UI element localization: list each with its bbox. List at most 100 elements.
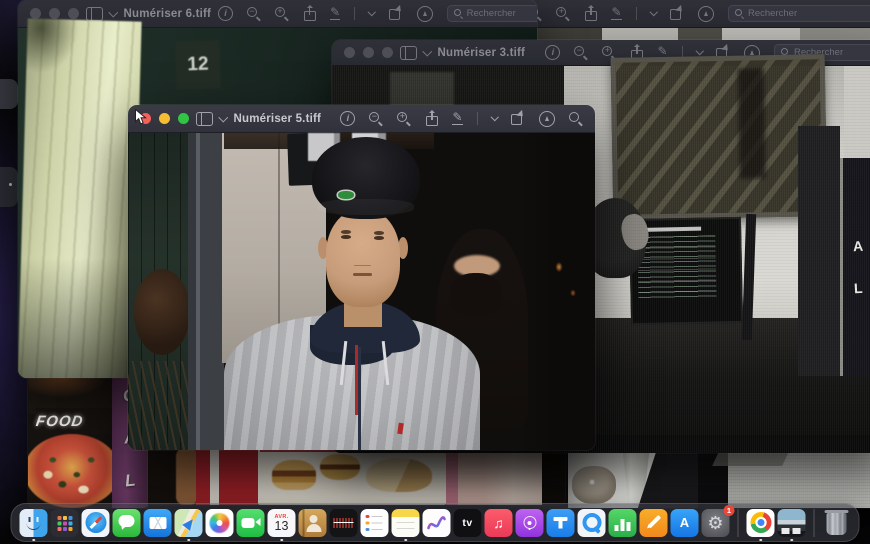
dock-podcasts[interactable] xyxy=(516,509,544,537)
search-icon xyxy=(735,9,744,18)
chevron-down-icon[interactable] xyxy=(368,8,376,16)
dock-pages[interactable] xyxy=(640,509,668,537)
zoom-window-button[interactable] xyxy=(382,47,393,58)
dock-trash[interactable] xyxy=(823,509,851,537)
annotate-button[interactable] xyxy=(539,111,555,127)
dock-system-settings[interactable]: 1 xyxy=(702,509,730,537)
search-button[interactable] xyxy=(569,112,583,126)
close-button[interactable] xyxy=(30,8,41,19)
chevron-down-icon[interactable] xyxy=(490,113,498,121)
dock-voice-memos[interactable] xyxy=(330,509,358,537)
dock-preview-window[interactable] xyxy=(778,509,806,537)
freeform-squiggle-icon xyxy=(426,512,448,534)
markup-pen-button[interactable]: ✎ xyxy=(611,6,621,20)
zoom-out-button[interactable]: − xyxy=(247,7,261,21)
chevron-down-icon[interactable] xyxy=(219,112,228,121)
toolbar-divider xyxy=(477,112,478,125)
photo-hand xyxy=(572,466,616,504)
dock-separator xyxy=(814,509,815,537)
info-button[interactable]: i xyxy=(340,111,355,126)
window-numeriser-5[interactable]: Numériser 5.tiff i − + ✎ xyxy=(128,105,595,450)
photo-warm-lights xyxy=(545,253,589,323)
window-title: Numériser 5.tiff xyxy=(234,113,322,125)
photo-pizza xyxy=(28,434,120,508)
markup-pen-button[interactable]: ✎ xyxy=(452,111,462,125)
dock-photos[interactable] xyxy=(206,509,234,537)
dock-messages[interactable] xyxy=(113,509,141,537)
search-input[interactable] xyxy=(447,5,537,22)
dock-mail[interactable] xyxy=(144,509,172,537)
photo-door-number: 12 xyxy=(175,40,221,90)
photo-sandwich xyxy=(366,458,432,492)
share-button[interactable] xyxy=(425,111,438,126)
sidebar-toggle-icon[interactable] xyxy=(196,112,213,126)
photo-neon-sign: FOOD xyxy=(36,408,120,434)
dock-calendar[interactable]: AVR. 13 xyxy=(268,509,296,537)
toolbar-divider xyxy=(636,7,637,20)
zoom-window-button[interactable] xyxy=(68,8,79,19)
desktop: − + ✎ xyxy=(0,0,870,544)
dock-finder[interactable] xyxy=(20,509,48,537)
dock-keynote[interactable] xyxy=(547,509,575,537)
chevron-down-icon[interactable] xyxy=(649,8,657,16)
dock-safari[interactable] xyxy=(82,509,110,537)
photo-black-beanie xyxy=(312,137,420,219)
photo-menu-poster xyxy=(258,444,446,505)
window-title: Numériser 3.tiff xyxy=(438,47,526,59)
notification-badge: 1 xyxy=(724,505,735,516)
dock: AVR. 13 tv A 1 xyxy=(11,503,860,542)
rotate-button[interactable] xyxy=(511,112,525,125)
dock-launchpad[interactable] xyxy=(51,509,79,537)
dock-reminders[interactable] xyxy=(361,509,389,537)
share-button[interactable] xyxy=(584,6,597,21)
minimize-button[interactable] xyxy=(49,8,60,19)
traffic-lights xyxy=(344,47,393,58)
dock-numbers[interactable] xyxy=(609,509,637,537)
dock-notes[interactable] xyxy=(392,509,420,537)
sidebar-toggle-icon[interactable] xyxy=(86,7,103,21)
photo-round-object xyxy=(134,269,190,355)
photo-portrait-scan xyxy=(128,133,595,450)
markup-pen-button[interactable]: ✎ xyxy=(330,6,340,20)
minimize-button[interactable] xyxy=(159,113,170,124)
zoom-in-button[interactable]: + xyxy=(275,7,289,21)
calendar-day-label: 13 xyxy=(275,520,289,533)
close-button[interactable] xyxy=(344,47,355,58)
dock-contacts[interactable] xyxy=(299,509,327,537)
minimize-button[interactable] xyxy=(363,47,374,58)
dock-chrome[interactable] xyxy=(747,509,775,537)
photo-face xyxy=(326,209,400,307)
dock-separator xyxy=(738,509,739,537)
photo-drawstrings xyxy=(336,341,392,385)
titlebar[interactable]: Numériser 5.tiff i − + ✎ xyxy=(128,105,595,133)
photo-arm xyxy=(176,448,198,505)
info-button[interactable]: i xyxy=(545,45,560,60)
titlebar[interactable]: − + ✎ xyxy=(490,0,870,28)
search-input[interactable] xyxy=(728,5,870,22)
dock-maps[interactable] xyxy=(175,509,203,537)
dock-app-store[interactable]: A xyxy=(671,509,699,537)
zoom-in-button[interactable]: + xyxy=(397,112,411,126)
rotate-button[interactable] xyxy=(389,7,403,20)
dock-quicktime[interactable] xyxy=(578,509,606,537)
annotate-button[interactable] xyxy=(417,6,433,22)
annotate-button[interactable] xyxy=(698,6,714,22)
zoom-in-button[interactable]: + xyxy=(556,7,570,21)
zoom-window-button[interactable] xyxy=(178,113,189,124)
share-button[interactable] xyxy=(303,6,316,21)
toolbar-divider xyxy=(354,7,355,20)
zoom-out-button[interactable]: − xyxy=(574,46,588,60)
rotate-button[interactable] xyxy=(670,7,684,20)
photo-burger xyxy=(272,460,316,490)
photo-vertical-sign: A L xyxy=(840,158,870,376)
zoom-out-button[interactable]: − xyxy=(369,112,383,126)
dock-facetime[interactable] xyxy=(237,509,265,537)
chevron-down-icon[interactable] xyxy=(109,7,118,16)
info-button[interactable]: i xyxy=(218,6,233,21)
chevron-down-icon[interactable] xyxy=(695,47,703,55)
sidebar-toggle-icon[interactable] xyxy=(400,46,417,60)
dock-music[interactable] xyxy=(485,509,513,537)
dock-apple-tv[interactable]: tv xyxy=(454,509,482,537)
chevron-down-icon[interactable] xyxy=(423,46,432,55)
dock-freeform[interactable] xyxy=(423,509,451,537)
